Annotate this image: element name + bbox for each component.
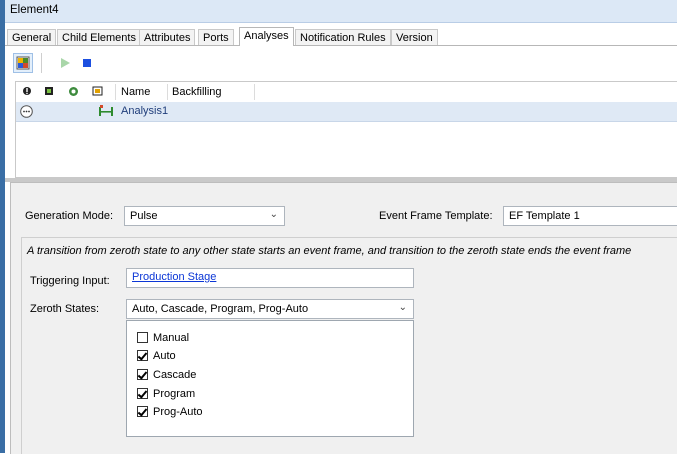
tab-child-elements[interactable]: Child Elements — [57, 29, 141, 45]
generation-mode-value: Pulse — [130, 210, 158, 222]
option-label: Cascade — [153, 369, 197, 381]
window-title: Element4 — [10, 4, 59, 16]
checkbox[interactable] — [137, 369, 148, 380]
ef-template-value: EF Template 1 — [509, 210, 580, 222]
tab-attributes[interactable]: Attributes — [139, 29, 196, 45]
analysis-settings-panel: Generation Mode: Pulse ⌄ Event Frame Tem… — [10, 182, 677, 454]
generation-mode-select[interactable]: Pulse ⌄ — [124, 206, 285, 226]
tab-notification-rules[interactable]: Notification Rules — [295, 29, 391, 45]
trigger-settings-group: A transition from zeroth state to any ot… — [21, 237, 677, 454]
zeroth-states-dropdown: Manual Auto Cascade Program Prog-Auto — [126, 320, 414, 437]
tab-ports[interactable]: Ports — [198, 29, 234, 45]
triggering-input-field[interactable]: Production Stage — [126, 268, 414, 288]
title-bar: Element4 — [5, 0, 677, 23]
toolbar — [11, 50, 671, 76]
tab-general[interactable]: General — [7, 29, 57, 45]
status-icon — [22, 86, 32, 99]
option-prog-auto[interactable]: Prog-Auto — [137, 404, 203, 420]
analyses-grid: Name Backfilling Analysis1 — [15, 81, 677, 178]
option-label: Program — [153, 388, 196, 400]
tab-strip: General Child Elements Attributes Ports … — [5, 27, 677, 46]
zeroth-states-label: Zeroth States: — [30, 303, 100, 315]
option-label: Prog-Auto — [153, 406, 203, 418]
chevron-down-icon: ⌄ — [269, 209, 278, 220]
column-header-name[interactable]: Name — [121, 86, 150, 98]
triggering-input-label: Triggering Input: — [30, 275, 110, 287]
grid-column-separator — [254, 84, 255, 100]
table-row[interactable]: Analysis1 — [16, 102, 677, 122]
zeroth-states-select[interactable]: Auto, Cascade, Program, Prog-Auto ⌄ — [126, 299, 414, 319]
triggering-input-link[interactable]: Production Stage — [132, 271, 216, 283]
tab-analyses[interactable]: Analyses — [239, 27, 294, 46]
ef-template-select[interactable]: EF Template 1 — [503, 206, 677, 226]
checkbox[interactable] — [137, 332, 148, 343]
grid-column-separator — [167, 84, 168, 100]
stop-icon[interactable] — [77, 53, 97, 73]
option-manual[interactable]: Manual — [137, 330, 189, 346]
analysis-type-icon — [98, 105, 114, 121]
checkbox[interactable] — [137, 388, 148, 399]
play-icon[interactable] — [55, 53, 75, 73]
refresh-icon — [68, 86, 79, 100]
option-cascade[interactable]: Cascade — [137, 367, 196, 383]
toolbar-separator — [41, 53, 42, 73]
grid-header: Name Backfilling — [16, 82, 677, 103]
checkbox[interactable] — [137, 350, 148, 361]
description-text: A transition from zeroth state to any ot… — [27, 245, 632, 257]
checkbox[interactable] — [137, 406, 148, 417]
more-options-icon[interactable] — [20, 105, 33, 121]
column-header-backfilling[interactable]: Backfilling — [172, 86, 222, 98]
analysis-name[interactable]: Analysis1 — [121, 105, 168, 117]
ef-template-label: Event Frame Template: — [379, 210, 493, 222]
enable-icon — [44, 86, 54, 99]
option-label: Manual — [153, 332, 190, 344]
grid-select-icon[interactable] — [13, 53, 33, 73]
generation-mode-label: Generation Mode: — [25, 210, 114, 222]
option-program[interactable]: Program — [137, 386, 195, 402]
tab-version[interactable]: Version — [391, 29, 438, 45]
option-label: Auto — [153, 350, 176, 362]
zeroth-states-value: Auto, Cascade, Program, Prog-Auto — [132, 303, 309, 315]
grid-column-separator — [115, 84, 116, 100]
option-auto[interactable]: Auto — [137, 348, 176, 364]
template-icon — [92, 86, 103, 99]
chevron-down-icon: ⌄ — [398, 302, 407, 313]
